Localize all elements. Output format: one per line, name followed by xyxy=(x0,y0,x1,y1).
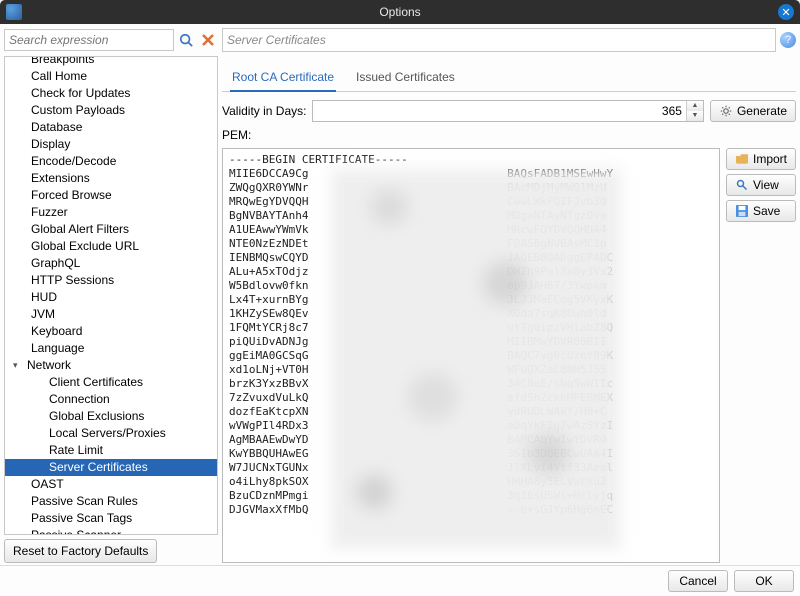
cancel-button[interactable]: Cancel xyxy=(668,570,728,592)
tree-item[interactable]: JVM xyxy=(5,306,217,323)
tree-item[interactable]: Client Certificates xyxy=(5,374,217,391)
cert-action-buttons: Import View Save xyxy=(726,148,796,563)
reset-to-defaults-button[interactable]: Reset to Factory Defaults xyxy=(4,539,157,563)
import-button[interactable]: Import xyxy=(726,148,796,170)
tree-item-label: Network xyxy=(27,358,71,373)
panel-heading: Server Certificates xyxy=(222,28,776,52)
tree-item[interactable]: Fuzzer xyxy=(5,204,217,221)
tree-item[interactable]: Passive Scanner xyxy=(5,527,217,535)
app-icon xyxy=(6,4,22,20)
generate-button[interactable]: Generate xyxy=(710,100,796,122)
tree-item-label: Forced Browse xyxy=(31,188,112,203)
tree-item-label: Global Exclude URL xyxy=(31,239,139,254)
tab-bar: Root CA Certificate Issued Certificates xyxy=(222,64,796,92)
tree-item[interactable]: Check for Updates xyxy=(5,85,217,102)
folder-icon xyxy=(735,152,749,166)
tree-item[interactable]: Rate Limit xyxy=(5,442,217,459)
tree-item[interactable]: Global Alert Filters xyxy=(5,221,217,238)
tree-item-label: Display xyxy=(31,137,70,152)
clear-search-icon[interactable] xyxy=(198,30,218,50)
validity-label: Validity in Days: xyxy=(222,104,306,118)
tree-item[interactable]: Local Servers/Proxies xyxy=(5,425,217,442)
generate-label: Generate xyxy=(737,104,787,118)
tree-item-label: Passive Scan Rules xyxy=(31,494,138,509)
tree-item-label: GraphQL xyxy=(31,256,80,271)
dialog-footer: Cancel OK xyxy=(0,565,800,596)
tree-item-label: Rate Limit xyxy=(49,443,103,458)
tree-item-label: OAST xyxy=(31,477,64,492)
tree-item-label: JVM xyxy=(31,307,55,322)
tree-item-label: Passive Scanner xyxy=(31,528,121,535)
save-label: Save xyxy=(753,204,780,218)
tree-item[interactable]: Database xyxy=(5,119,217,136)
tree-item-label: HUD xyxy=(31,290,57,305)
tree-item[interactable]: Forced Browse xyxy=(5,187,217,204)
tree-item[interactable]: Display xyxy=(5,136,217,153)
tree-item-label: Check for Updates xyxy=(31,86,130,101)
options-tree[interactable]: Breakpoints Call Home Check for Updates Cus… xyxy=(4,56,218,535)
tree-item[interactable]: Global Exclusions xyxy=(5,408,217,425)
pem-label: PEM: xyxy=(222,128,251,142)
tree-item[interactable]: Custom Payloads xyxy=(5,102,217,119)
tree-item[interactable]: Global Exclude URL xyxy=(5,238,217,255)
chevron-down-icon[interactable]: ▾ xyxy=(13,358,25,373)
window-title: Options xyxy=(0,5,800,19)
validity-down-button[interactable]: ▼ xyxy=(687,111,703,121)
help-icon[interactable]: ? xyxy=(780,32,796,48)
tree-item-label: Call Home xyxy=(31,69,87,84)
tree-item[interactable]: Passive Scan Tags xyxy=(5,510,217,527)
tree-item[interactable]: OAST xyxy=(5,476,217,493)
diskette-icon xyxy=(735,204,749,218)
import-label: Import xyxy=(753,152,787,166)
tree-item-label: Keyboard xyxy=(31,324,82,339)
tree-item[interactable]: GraphQL xyxy=(5,255,217,272)
search-icon[interactable] xyxy=(176,30,196,50)
search-input[interactable] xyxy=(4,29,174,51)
tree-item[interactable]: Encode/Decode xyxy=(5,153,217,170)
tree-item-label: Passive Scan Tags xyxy=(31,511,132,526)
tree-item-label: Fuzzer xyxy=(31,205,68,220)
tree-item-label: Global Alert Filters xyxy=(31,222,129,237)
tree-item-label: HTTP Sessions xyxy=(31,273,114,288)
tree-item[interactable]: Breakpoints xyxy=(5,56,217,68)
sidebar: Breakpoints Call Home Check for Updates Cus… xyxy=(4,28,218,563)
tree-item-label: Breakpoints xyxy=(31,56,94,67)
tree-item[interactable]: Extensions xyxy=(5,170,217,187)
tree-item-label: Connection xyxy=(49,392,110,407)
tree-item[interactable]: Server Certificates xyxy=(5,459,217,476)
tree-item[interactable]: Connection xyxy=(5,391,217,408)
gear-icon xyxy=(719,104,733,118)
tree-item-label: Language xyxy=(31,341,84,356)
tree-item[interactable]: Language xyxy=(5,340,217,357)
validity-days-input[interactable] xyxy=(313,104,685,118)
tree-item-label: Local Servers/Proxies xyxy=(49,426,166,441)
save-button[interactable]: Save xyxy=(726,200,796,222)
window-close-button[interactable]: ✕ xyxy=(778,4,794,20)
tree-item[interactable]: Keyboard xyxy=(5,323,217,340)
tree-item-label: Database xyxy=(31,120,82,135)
tree-item-label: Server Certificates xyxy=(49,460,148,475)
ok-button[interactable]: OK xyxy=(734,570,794,592)
tree-item-label: Encode/Decode xyxy=(31,154,116,169)
validity-days-spinner[interactable]: ▲ ▼ xyxy=(312,100,703,122)
view-button[interactable]: View xyxy=(726,174,796,196)
tree-item[interactable]: HTTP Sessions xyxy=(5,272,217,289)
view-label: View xyxy=(753,178,779,192)
redaction-overlay xyxy=(331,169,621,549)
validity-up-button[interactable]: ▲ xyxy=(687,101,703,111)
content-panel: Server Certificates ? Root CA Certificat… xyxy=(222,28,796,563)
tree-item[interactable]: Call Home xyxy=(5,68,217,85)
tab-issued-certs[interactable]: Issued Certificates xyxy=(354,64,457,92)
tree-item-label: Global Exclusions xyxy=(49,409,144,424)
tree-item-label: Custom Payloads xyxy=(31,103,125,118)
tree-item[interactable]: Passive Scan Rules xyxy=(5,493,217,510)
tab-root-ca[interactable]: Root CA Certificate xyxy=(230,64,336,92)
tree-item-label: Client Certificates xyxy=(49,375,143,390)
pem-textarea[interactable]: -----BEGIN CERTIFICATE----- MIIE6DCCA9Cg… xyxy=(222,148,720,563)
tree-item-label: Extensions xyxy=(31,171,90,186)
tree-item[interactable]: ▾Network xyxy=(5,357,217,374)
tree-item[interactable]: HUD xyxy=(5,289,217,306)
window-titlebar: Options ✕ xyxy=(0,0,800,24)
magnifier-icon xyxy=(735,178,749,192)
